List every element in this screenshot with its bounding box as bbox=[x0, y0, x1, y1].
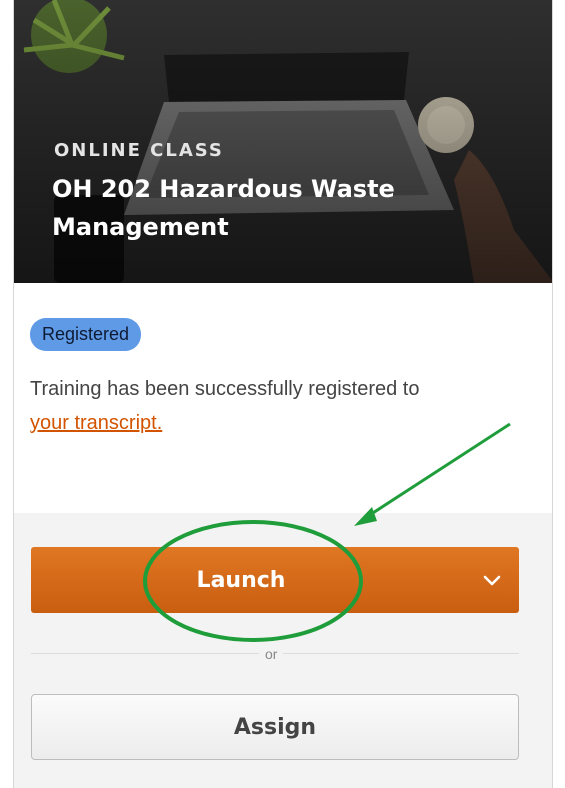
launch-button[interactable]: Launch bbox=[31, 547, 519, 613]
status-badge: Registered bbox=[30, 318, 142, 351]
course-title: OH 202 Hazardous Waste Management bbox=[52, 175, 395, 241]
chevron-down-icon[interactable] bbox=[479, 567, 505, 593]
assign-button[interactable]: Assign bbox=[31, 694, 519, 760]
registration-message: Training has been successfully registere… bbox=[30, 372, 500, 440]
separator-text: or bbox=[259, 646, 284, 662]
launch-button-label: Launch bbox=[196, 567, 286, 593]
transcript-link[interactable]: your transcript. bbox=[30, 412, 162, 434]
course-hero-image: ONLINE CLASS OH 202 Hazardous Waste Mana… bbox=[14, 0, 552, 283]
registration-message-text: Training has been successfully registere… bbox=[30, 378, 420, 400]
course-type-label: ONLINE CLASS bbox=[54, 140, 224, 161]
